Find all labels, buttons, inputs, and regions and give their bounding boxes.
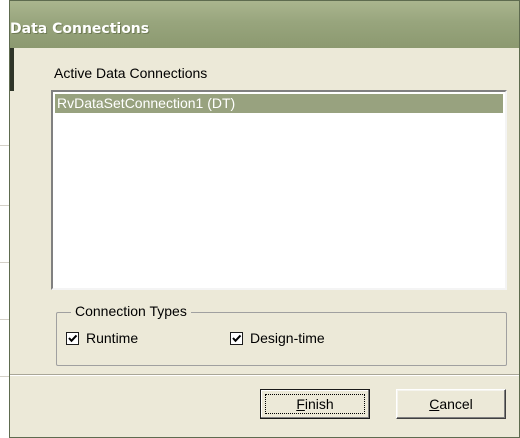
finish-button[interactable]: Finish xyxy=(260,389,370,419)
finish-mnemonic: F xyxy=(296,396,305,412)
runtime-check-box[interactable] xyxy=(66,331,79,345)
background-divider xyxy=(0,319,9,320)
background-divider xyxy=(0,145,9,146)
connection-types-group: Connection Types Runtime Design-time xyxy=(56,303,507,366)
cancel-mnemonic: C xyxy=(429,396,440,412)
title-bar[interactable]: Data Connections xyxy=(10,1,519,48)
checkmark-icon xyxy=(232,334,242,342)
dialog-title: Data Connections xyxy=(10,21,150,37)
screen: Data Connections Active Data Connections… xyxy=(0,0,520,438)
background-divider xyxy=(0,376,9,377)
connection-list-item[interactable]: RvDataSetConnection1 (DT) xyxy=(55,94,503,113)
finish-label-rest: inish xyxy=(304,396,334,412)
background-divider xyxy=(0,262,9,263)
runtime-checkbox[interactable]: Runtime xyxy=(66,330,138,346)
finish-button-label: Finish xyxy=(296,396,333,412)
design-time-check-box[interactable] xyxy=(230,331,243,345)
design-time-label: Design-time xyxy=(250,330,325,346)
cancel-label-rest: ancel xyxy=(439,396,473,412)
runtime-label: Runtime xyxy=(86,330,139,346)
background-divider xyxy=(0,205,9,206)
cancel-button[interactable]: Cancel xyxy=(396,389,506,419)
cancel-button-label: Cancel xyxy=(429,396,473,412)
checkmark-icon xyxy=(68,334,78,342)
button-area-separator xyxy=(10,374,519,376)
connection-types-legend: Connection Types xyxy=(71,303,191,319)
active-connections-label: Active Data Connections xyxy=(54,65,208,81)
design-time-checkbox[interactable]: Design-time xyxy=(230,330,325,346)
active-connections-list[interactable]: RvDataSetConnection1 (DT) xyxy=(51,90,507,290)
title-bar-shadow xyxy=(10,48,14,91)
data-connections-dialog: Data Connections Active Data Connections… xyxy=(9,0,520,438)
background-window-edge xyxy=(0,0,9,438)
